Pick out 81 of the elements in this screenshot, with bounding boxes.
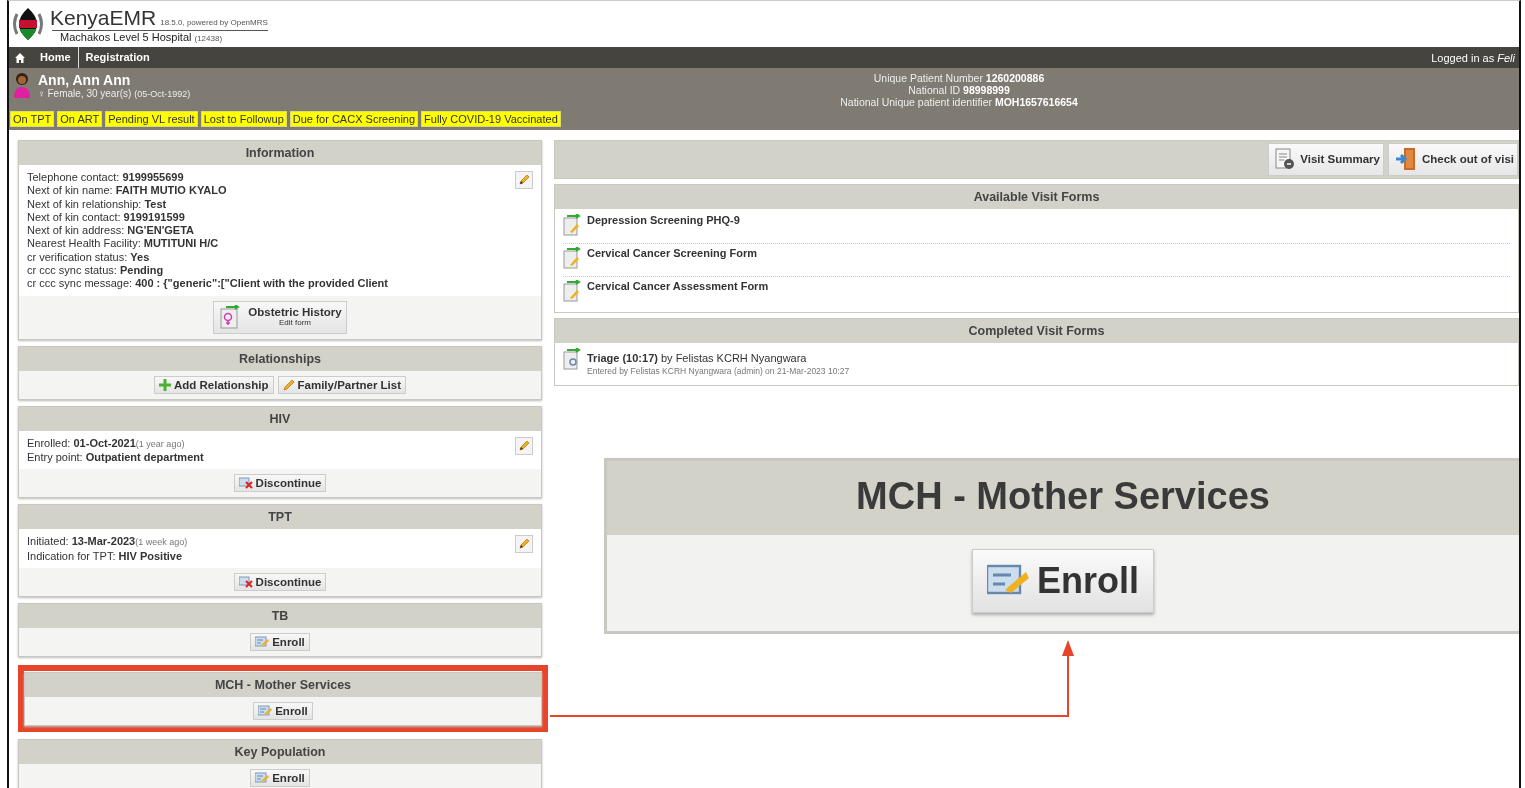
patient-flag: On TPT <box>10 111 55 127</box>
edit-button[interactable] <box>515 171 533 189</box>
action-button[interactable]: Family/Partner List <box>277 375 407 394</box>
patient-name: Ann, Ann Ann <box>38 72 132 88</box>
app-name: KenyaEMR <box>50 5 157 30</box>
panel-title: HIV <box>19 406 541 431</box>
action-button[interactable]: Enroll <box>250 768 310 787</box>
action-button[interactable]: Obstetric History Edit form <box>213 300 347 334</box>
form-icon <box>563 214 581 236</box>
discontinue-icon <box>238 477 253 490</box>
patient-identifier: National ID 98998999 <box>907 84 1011 96</box>
info-line: Next of kin relationship: Test <box>27 197 168 211</box>
pencil-icon <box>282 378 295 391</box>
shield-logo-icon <box>10 6 46 42</box>
completed-form-link[interactable]: Triage (10:17) by Felistas KCRH Nyangwara <box>587 352 807 364</box>
panel-title: TB <box>19 603 541 628</box>
discontinue-icon <box>238 575 253 588</box>
door-exit-icon <box>1394 147 1417 171</box>
patient-flag: Lost to Followup <box>200 111 287 127</box>
entered-by-text: Entered by Felistas KCRH Nyangwara (admin) on 21-Mar-2023 10:27 <box>587 366 850 376</box>
panel-title: Available Visit Forms <box>555 185 1518 209</box>
patient-flag: Fully COVID-19 Vaccinated <box>421 111 561 127</box>
female-icon: ♀ <box>38 88 46 99</box>
patient-flag: Due for CACX Screening <box>289 111 419 127</box>
info-line: Indication for TPT: HIV Positive <box>27 549 184 563</box>
patient-identifier: Unique Patient Number 1260200886 <box>872 72 1046 84</box>
callout-title: MCH - Mother Services <box>607 461 1519 535</box>
patient-identifier: National Unique patient identifier MOH1657616654 <box>839 96 1079 108</box>
form-link[interactable]: Depression Screening PHQ-9 <box>587 214 740 226</box>
form-link[interactable]: Cervical Cancer Screening Form <box>587 247 757 259</box>
action-button[interactable]: Enroll <box>253 701 313 720</box>
nav-link[interactable]: Home <box>33 47 78 68</box>
info-line: Telephone contact: 9199955699 <box>27 171 185 185</box>
pencil-icon <box>518 439 530 452</box>
female-form-icon <box>220 304 241 329</box>
panel-title: MCH - Mother Services <box>25 672 541 697</box>
edit-button[interactable] <box>515 436 533 455</box>
enroll-icon <box>255 635 270 648</box>
info-line: Nearest Health Facility: MUTITUNI H/C <box>27 237 220 251</box>
woman-avatar-icon <box>12 72 32 98</box>
info-line: Next of kin contact: 9199191599 <box>27 210 186 225</box>
panel-title: Completed Visit Forms <box>555 319 1518 343</box>
pencil-icon <box>518 174 530 186</box>
action-button[interactable]: Discontinue <box>233 572 327 591</box>
logged-in-text: Logged in as Feli <box>1431 51 1515 64</box>
plus-icon <box>158 378 171 391</box>
form-icon <box>563 247 581 269</box>
form-link[interactable]: Cervical Cancer Assessment Form <box>587 280 769 292</box>
enroll-button[interactable]: Enroll <box>972 549 1154 613</box>
info-line: Next of kin address: NG'EN'GETA <box>27 224 196 238</box>
action-button[interactable]: Add Relationship <box>153 375 274 394</box>
panel-title: Relationships <box>19 346 541 371</box>
document-icon <box>1275 148 1296 170</box>
patient-birthdate: (05-Oct-1992) <box>134 89 191 99</box>
form-icon <box>563 280 581 302</box>
patient-sex-age: Female, 30 year(s) <box>47 88 132 99</box>
info-line: Next of kin name: FAITH MUTIO KYALO <box>27 184 228 198</box>
panel-title: Information <box>19 141 541 165</box>
info-line: cr ccc sync status: Pending <box>27 264 165 278</box>
pencil-icon <box>518 538 530 551</box>
edit-button[interactable] <box>515 535 533 554</box>
toolbar-button[interactable]: Visit Summary <box>1268 143 1384 176</box>
facility-name: Machakos Level 5 Hospital <box>60 30 192 43</box>
info-line: Enrolled: 01-Oct-2021(1 year ago) <box>27 436 186 451</box>
facility-code: (12438) <box>194 33 223 43</box>
info-line: Initiated: 13-Mar-2023(1 week ago) <box>27 535 188 550</box>
form-icon <box>563 348 581 370</box>
info-line: cr verification status: Yes <box>27 250 151 265</box>
toolbar-button[interactable]: Check out of visi <box>1387 143 1518 176</box>
patient-flag: Pending VL result <box>105 111 198 127</box>
info-line: cr ccc sync message: 400 : {"generic":["Client with the provided Client <box>27 277 388 291</box>
info-line: Entry point: Outpatient department <box>27 450 204 465</box>
home-icon[interactable] <box>15 52 25 63</box>
action-button[interactable]: Enroll <box>250 632 310 651</box>
app-version: 18.5.0, powered by OpenMRS <box>160 17 268 27</box>
enroll-icon <box>255 771 270 784</box>
panel-title: Key Population <box>19 739 541 764</box>
panel-title: TPT <box>19 505 541 530</box>
action-button[interactable]: Discontinue <box>233 474 327 493</box>
patient-flag: On ART <box>57 111 103 127</box>
enroll-icon <box>258 704 273 717</box>
